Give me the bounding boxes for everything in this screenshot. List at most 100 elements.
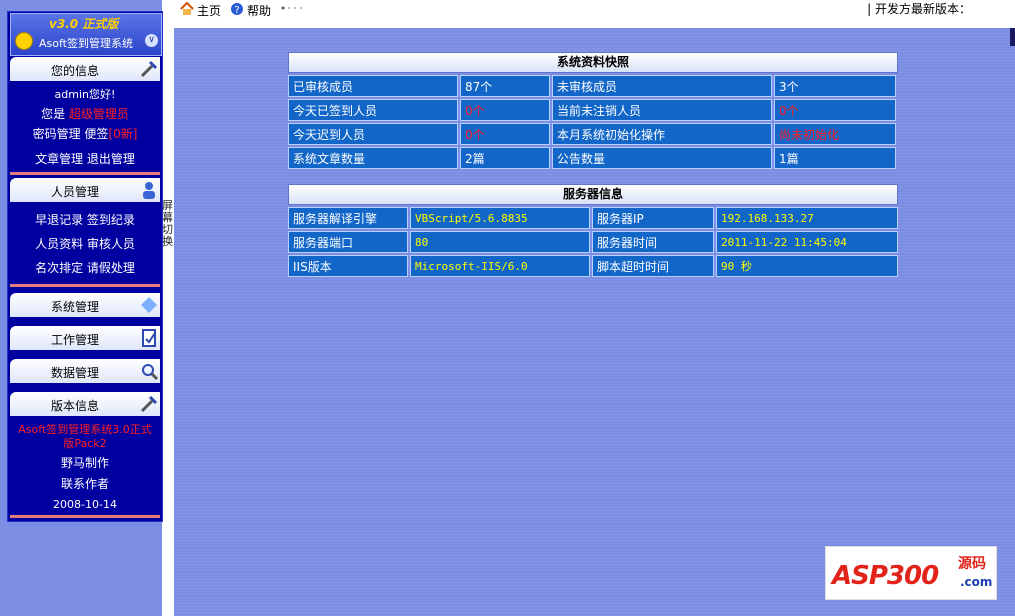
- menu-version[interactable]: 版本信息: [10, 392, 160, 416]
- snapshot-cell-label: 系统文章数量: [288, 147, 458, 169]
- svg-text:?: ?: [234, 5, 239, 16]
- home-link[interactable]: 主页: [197, 2, 221, 19]
- version-date: 2008-10-14: [53, 498, 117, 511]
- divider: [10, 515, 160, 518]
- staff-row3: 名次排定 请假处理: [8, 259, 162, 276]
- contact-author-link[interactable]: 联系作者: [8, 475, 162, 492]
- menu-work-label: 工作管理: [50, 333, 99, 347]
- password-manage-link[interactable]: 密码管理: [33, 127, 81, 141]
- home-icon: [180, 2, 194, 15]
- ranking-link[interactable]: 名次排定: [35, 261, 83, 275]
- snapshot-cell-value: 87个: [460, 75, 550, 97]
- notebook-icon: [142, 329, 156, 347]
- magnifier-icon: [142, 364, 158, 380]
- snapshot-cell-value: 3个: [774, 75, 896, 97]
- signin-record-link[interactable]: 签到纪录: [87, 213, 135, 227]
- snapshot-cell-value: 1篇: [774, 147, 896, 169]
- staff-row1: 早退记录 签到纪录: [8, 211, 162, 228]
- snapshot-cell-label: 今天迟到人员: [288, 123, 458, 145]
- logout-link[interactable]: 退出管理: [87, 152, 135, 166]
- snapshot-cell-value: 0个: [460, 123, 550, 145]
- early-leave-link[interactable]: 早退记录: [35, 213, 83, 227]
- snapshot-cell-label: 公告数量: [552, 147, 772, 169]
- menu-version-label: 版本信息: [50, 399, 99, 413]
- menu-staff[interactable]: 人员管理: [10, 178, 160, 202]
- top-bar: 主页 ? 帮助 | 开发方最新版本：: [174, 0, 1015, 28]
- snapshot-cell-label: 当前未注销人员: [552, 99, 772, 121]
- watermark-side: 源码: [958, 556, 986, 572]
- server-cell-value: VBScript/5.6.8835: [410, 207, 590, 229]
- server-grid: 服务器解译引擎 VBScript/5.6.8835 服务器IP 192.168.133…: [288, 207, 898, 277]
- staff-row2: 人员资料 审核人员: [8, 235, 162, 252]
- server-cell-value: 80: [410, 231, 590, 253]
- help-link[interactable]: 帮助: [247, 2, 271, 19]
- menu-data[interactable]: 数据管理: [10, 359, 160, 383]
- menu-your-info-label: 您的信息: [50, 64, 99, 78]
- divider: [10, 284, 160, 287]
- greeting: admin您好!: [54, 88, 116, 101]
- logo-version: v3.0 正式版: [49, 17, 119, 31]
- snapshot-cell-value: 0个: [460, 99, 550, 121]
- help-icon: ?: [231, 3, 243, 16]
- server-cell-label: 服务器端口: [288, 231, 408, 253]
- divider: [10, 172, 160, 175]
- server-cell-value: 2011-11-22 11:45:04: [716, 231, 898, 253]
- memo-count: [0新]: [108, 127, 138, 141]
- server-cell-value: 192.168.133.27: [716, 207, 898, 229]
- watermark-domain: .com: [960, 575, 993, 589]
- menu-work[interactable]: 工作管理: [10, 326, 160, 350]
- snapshot-cell-label: 本月系统初始化操作: [552, 123, 772, 145]
- server-cell-label: IIS版本: [288, 255, 408, 277]
- logo-icon: [15, 32, 33, 50]
- snapshot-panel: 系统资料快照 已审核成员 87个 未审核成员 3个 今天已签到人员 0个 当前未注销人员 0个…: [288, 52, 898, 169]
- watermark-logo: ASP300 源码 .com: [825, 546, 997, 600]
- info-links-row1: 密码管理 便签[0新]: [8, 125, 162, 142]
- role-value: 超级管理员: [68, 107, 129, 121]
- server-title: 服务器信息: [288, 184, 898, 205]
- snapshot-cell-label: 已审核成员: [288, 75, 458, 97]
- tools-icon: [140, 60, 158, 78]
- info-links-row2: 文章管理 退出管理: [8, 150, 162, 167]
- sidebar: v3.0 正式版 Asoft签到管理系统 ∨ 您的信息 admin您好! 您是 …: [7, 11, 163, 522]
- staff-info-link[interactable]: 人员资料: [35, 237, 83, 251]
- collapse-icon[interactable]: ∨: [145, 34, 158, 47]
- server-cell-value: 90 秒: [716, 255, 898, 277]
- server-cell-label: 服务器解译引擎: [288, 207, 408, 229]
- logo-name: Asoft签到管理系统: [39, 37, 133, 50]
- article-manage-link[interactable]: 文章管理: [35, 152, 83, 166]
- leave-handling-link[interactable]: 请假处理: [87, 261, 135, 275]
- snapshot-grid: 已审核成员 87个 未审核成员 3个 今天已签到人员 0个 当前未注销人员 0个 今天迟到人员 0…: [288, 75, 898, 169]
- menu-your-info[interactable]: 您的信息: [10, 57, 160, 81]
- frame-edge: [1010, 28, 1015, 46]
- left-frame: v3.0 正式版 Asoft签到管理系统 ∨ 您的信息 admin您好! 您是 …: [0, 0, 163, 616]
- menu-system-label: 系统管理: [50, 300, 99, 314]
- snapshot-cell-label: 今天已签到人员: [288, 99, 458, 121]
- snapshot-cell-label: 未审核成员: [552, 75, 772, 97]
- diamond-icon: [141, 297, 157, 313]
- server-cell-value: Microsoft-IIS/6.0: [410, 255, 590, 277]
- product-pack: 版Pack2: [63, 437, 107, 450]
- person-icon: [143, 182, 155, 199]
- author: 野马制作: [60, 456, 109, 470]
- snapshot-cell-value: 2篇: [460, 147, 550, 169]
- screen-switch-char: 换: [162, 235, 173, 248]
- server-cell-label: 服务器时间: [592, 231, 714, 253]
- menu-system[interactable]: 系统管理: [10, 293, 160, 317]
- menu-staff-label: 人员管理: [50, 185, 99, 199]
- role-prefix: 您是: [41, 107, 66, 121]
- role-line: 您是 超级管理员: [8, 105, 162, 122]
- server-panel: 服务器信息 服务器解译引擎 VBScript/5.6.8835 服务器IP 192.1…: [288, 184, 898, 277]
- dev-latest-version: | 开发方最新版本：: [867, 2, 971, 16]
- server-cell-label: 脚本超时时间: [592, 255, 714, 277]
- review-staff-link[interactable]: 审核人员: [87, 237, 135, 251]
- snapshot-cell-value: 尚未初始化: [774, 123, 896, 145]
- watermark-main: ASP300: [832, 561, 939, 591]
- snapshot-cell-value: 0个: [774, 99, 896, 121]
- tools-icon: [140, 395, 158, 413]
- main-content: 系统资料快照 已审核成员 87个 未审核成员 3个 今天已签到人员 0个 当前未注销人员 0个…: [174, 28, 1015, 616]
- server-cell-label: 服务器IP: [592, 207, 714, 229]
- loading-icon: [281, 6, 302, 10]
- screen-switch-button[interactable]: 屏 幕 切 换: [162, 200, 174, 248]
- memo-link[interactable]: 便签: [84, 127, 108, 141]
- menu-data-label: 数据管理: [50, 366, 99, 380]
